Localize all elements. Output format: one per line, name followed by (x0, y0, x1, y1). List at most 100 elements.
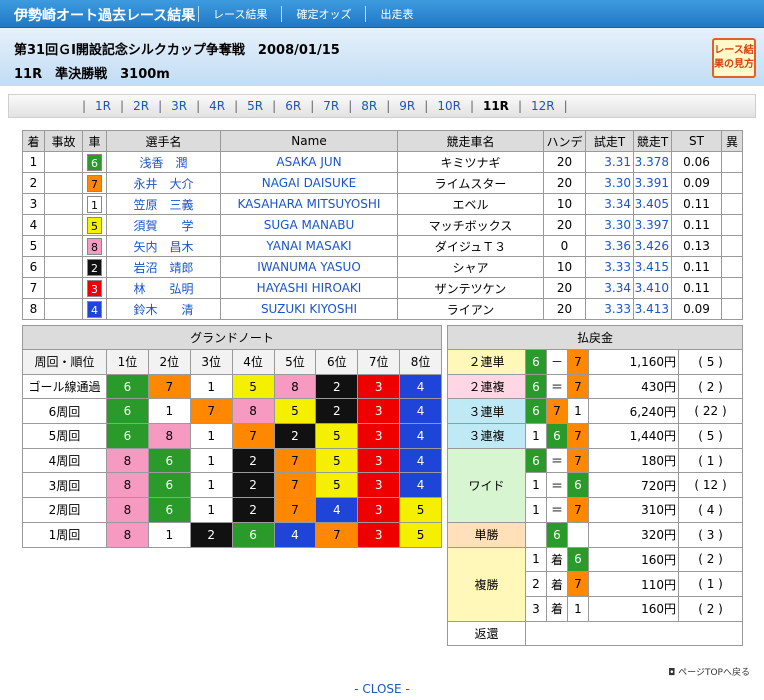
empty-cell (525, 521, 547, 548)
table-row: 2周回 8 6 1 2 7 4 3 5 (22, 497, 442, 523)
popularity: ( 5 ) (677, 423, 744, 449)
position-car-cell: 3 (357, 447, 401, 474)
handicap-cell: 20 (543, 214, 586, 236)
tab-4R[interactable]: 4R (209, 99, 225, 113)
trial-time-cell: 3.34 (585, 193, 634, 215)
nav-race-results[interactable]: レース結果 (199, 6, 281, 22)
racer-name-link[interactable]: 林 弘明 (106, 277, 221, 299)
finish-unit: 着 (546, 546, 568, 573)
close-link[interactable]: - CLOSE - (0, 682, 764, 696)
race-time-cell: 3.415 (633, 256, 672, 278)
position-car-cell: 7 (273, 497, 317, 523)
rank-cell: 1 (22, 151, 45, 173)
grand-col-header: 2位 (147, 349, 191, 375)
race-header: 第31回ＧⅠ開設記念シルクカップ争奪戦 2008/01/15 11R 準決勝戦 … (0, 28, 764, 86)
rank-cell: 7 (22, 277, 45, 299)
bet-operator: ＝ (546, 373, 568, 400)
car-number-badge: 2 (87, 258, 102, 276)
trial-time-cell: 3.31 (585, 151, 634, 173)
table-row: 1 6 浅香 潤 ASAKA JUN キミツナギ 20 3.31 3.378 0.06 (22, 151, 743, 173)
machine-name: ライムスター (397, 172, 544, 194)
bet-type-label: ２連単 (447, 349, 526, 375)
position-car-cell: 4 (273, 521, 317, 548)
accident-cell (44, 172, 83, 194)
result-col-header: Name (220, 130, 398, 152)
bet-operator: ＝ (546, 447, 568, 474)
tab-10R[interactable]: 10R (437, 99, 461, 113)
payout-amount: 720円 (588, 472, 679, 499)
abnormal-cell (721, 214, 743, 236)
position-car-cell: 2 (231, 447, 275, 474)
position-car-cell: 5 (399, 497, 442, 523)
tab-2R[interactable]: 2R (133, 99, 149, 113)
rank-cell: 2 (22, 172, 45, 194)
position-car-cell: 5 (273, 398, 317, 425)
page-top-link[interactable]: ◘ ページTOPへ戻る (668, 665, 750, 678)
racer-name-link[interactable]: 永井 大介 (106, 172, 221, 194)
payout-amount: 320円 (588, 521, 679, 548)
nav-entry-list[interactable]: 出走表 (366, 6, 427, 22)
position-car-cell: 8 (106, 472, 149, 499)
racer-name-link[interactable]: 浅香 潤 (106, 151, 221, 173)
racer-name-link[interactable]: 矢内 昌木 (106, 235, 221, 257)
lap-label: ゴール線通過 (22, 373, 107, 400)
racer-name-link[interactable]: 須賀 学 (106, 214, 221, 236)
trial-time-cell: 3.30 (585, 214, 634, 236)
tab-9R[interactable]: 9R (399, 99, 415, 113)
table-row: ３連単 6 7 1 6,240円( 22 ) (447, 398, 744, 425)
tab-11R[interactable]: 11R (483, 99, 509, 113)
accident-cell (44, 214, 83, 236)
nav-confirmed-odds[interactable]: 確定オッズ (282, 6, 365, 22)
racer-romaji: HAYASHI HIROAKI (220, 277, 398, 299)
popularity: ( 1 ) (677, 447, 744, 474)
car-number-cell: 7 (567, 373, 589, 400)
trial-time-cell: 3.33 (585, 256, 634, 278)
results-guide-button[interactable]: レース結果の見方 (712, 38, 756, 78)
tab-8R[interactable]: 8R (361, 99, 377, 113)
result-col-header: ST (671, 130, 722, 152)
trial-time-cell: 3.34 (585, 277, 634, 299)
car-number-cell: 1 (567, 398, 589, 425)
table-row: 2 7 永井 大介 NAGAI DAISUKE ライムスター 20 3.30 3.391 0.0… (22, 172, 743, 194)
position-car-cell: 1 (189, 472, 233, 499)
accident-cell (44, 235, 83, 257)
bet-type-label: 複勝 (447, 546, 526, 622)
racer-name-link[interactable]: 鈴木 清 (106, 298, 221, 320)
racer-romaji: KASAHARA MITSUYOSHI (220, 193, 398, 215)
position-car-cell: 3 (357, 373, 401, 400)
position-car-cell: 2 (315, 373, 359, 400)
machine-name: エベル (397, 193, 544, 215)
racer-name-link[interactable]: 笠原 三義 (106, 193, 221, 215)
result-table: 着事故車選手名 Name 競走車名 ハンデ 試走T 競走T ST 異 1 6 浅香 潤 ASAKA … (22, 130, 743, 320)
race-time-cell: 3.391 (633, 172, 672, 194)
racer-name-link[interactable]: 岩沼 靖郎 (106, 256, 221, 278)
tab-5R[interactable]: 5R (247, 99, 263, 113)
position-car-cell: 5 (315, 423, 359, 449)
race-subtitle: 11R 準決勝戦 3100m (14, 67, 170, 82)
tab-1R[interactable]: 1R (95, 99, 111, 113)
grand-col-header: 8位 (399, 349, 442, 375)
car-number-cell: 7 (567, 423, 589, 449)
handicap-cell: 20 (543, 151, 586, 173)
tab-12R[interactable]: 12R (531, 99, 555, 113)
position-car-cell: 6 (106, 373, 149, 400)
position-car-cell: 3 (357, 521, 401, 548)
payout-title: 払戻金 (446, 325, 744, 350)
tab-3R[interactable]: 3R (171, 99, 187, 113)
car-number-cell: 1 (525, 423, 547, 449)
position-car-cell: 4 (399, 373, 442, 400)
abnormal-cell (721, 193, 743, 215)
result-col-header: 事故 (44, 130, 83, 152)
abnormal-cell (721, 277, 743, 299)
position-car-cell: 2 (231, 497, 275, 523)
bet-type-label: ２連複 (447, 373, 526, 400)
grand-note-table: グランドノート 周回・順位 1位 2位 3位 4位 5位 6位 7位 8位 ゴール線通過 6 7 1 5 8 2… (22, 325, 442, 548)
table-row: 単勝 6 320円( 3 ) (447, 521, 744, 548)
table-row: ２連複 6 ＝ 7 430円( 2 ) (447, 373, 744, 400)
refund-value (524, 620, 744, 647)
tab-7R[interactable]: 7R (323, 99, 339, 113)
table-row: 5周回 6 8 1 7 2 5 3 4 (22, 423, 442, 449)
tab-6R[interactable]: 6R (285, 99, 301, 113)
table-row: 3 1 笠原 三義 KASAHARA MITSUYOSHI エベル 10 3.34 3.405… (22, 193, 743, 215)
position-car-cell: 2 (273, 423, 317, 449)
